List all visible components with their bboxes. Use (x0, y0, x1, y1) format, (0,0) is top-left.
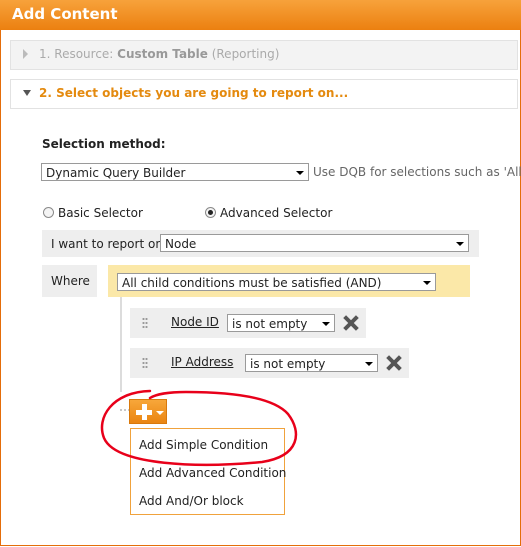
collapse-arrow-icon (23, 90, 31, 96)
menu-item-add-simple-condition[interactable]: Add Simple Condition (139, 438, 268, 452)
remove-condition-icon[interactable] (385, 354, 403, 372)
condition-operator-select[interactable]: is not empty (227, 314, 335, 332)
condition-field-link[interactable]: Node ID (171, 315, 219, 329)
chevron-down-icon (322, 322, 330, 326)
step-resource-suffix: (Reporting) (207, 47, 280, 61)
step-resource-name: Custom Table (117, 47, 208, 61)
add-condition-button[interactable] (129, 399, 167, 424)
condition-row: IP Address is not empty (130, 348, 409, 378)
menu-item-add-and-or-block[interactable]: Add And/Or block (139, 494, 244, 508)
condition-operator-value: is not empty (250, 357, 326, 371)
where-label: Where (51, 274, 90, 288)
step-resource[interactable]: 1. Resource: Custom Table (Reporting) (10, 40, 518, 70)
selection-method-label: Selection method: (42, 137, 166, 151)
report-on-value: Node (165, 237, 197, 251)
report-on-select[interactable]: Node (160, 234, 469, 252)
step-resource-prefix: 1. Resource: (39, 47, 118, 61)
expand-arrow-icon (23, 49, 28, 59)
selection-method-hint: Use DQB for selections such as 'All (313, 165, 521, 179)
report-on-row: I want to report on Node (42, 230, 479, 257)
condition-field-link[interactable]: IP Address (171, 355, 233, 369)
remove-condition-icon[interactable] (342, 314, 360, 332)
basic-selector-label[interactable]: Basic Selector (58, 206, 143, 220)
advanced-selector-radio[interactable] (205, 207, 216, 218)
basic-selector-radio[interactable] (43, 207, 54, 218)
condition-operator-select[interactable]: is not empty (245, 354, 378, 372)
dialog-title: Add Content (12, 5, 118, 23)
condition-operator-value: is not empty (232, 317, 308, 331)
selection-method-select[interactable]: Dynamic Query Builder (41, 163, 309, 181)
chevron-down-icon (296, 171, 304, 175)
menu-item-add-advanced-condition[interactable]: Add Advanced Condition (139, 466, 286, 480)
where-box: Where (42, 265, 97, 297)
title-bar: Add Content (0, 0, 521, 30)
condition-row: Node ID is not empty (130, 308, 366, 338)
tree-connector (120, 297, 122, 392)
selection-method-value: Dynamic Query Builder (46, 166, 186, 180)
chevron-down-icon (456, 242, 464, 246)
step-select-objects-label: 2. Select objects you are going to repor… (39, 86, 349, 100)
step-select-objects[interactable]: 2. Select objects you are going to repor… (10, 79, 518, 109)
report-on-label: I want to report on (51, 237, 163, 251)
caret-down-icon (156, 411, 164, 415)
advanced-selector-label[interactable]: Advanced Selector (220, 206, 332, 220)
drag-handle-icon[interactable] (142, 317, 148, 329)
logic-group-row: All child conditions must be satisfied (… (108, 265, 470, 297)
plus-icon-vertical (142, 404, 147, 420)
chevron-down-icon (423, 281, 431, 285)
add-condition-menu: Add Simple Condition Add Advanced Condit… (130, 428, 286, 515)
chevron-down-icon (365, 362, 373, 366)
drag-handle-icon[interactable] (142, 357, 148, 369)
logic-select[interactable]: All child conditions must be satisfied (… (117, 273, 436, 291)
logic-value: All child conditions must be satisfied (… (122, 276, 382, 290)
step-resource-label: 1. Resource: Custom Table (Reporting) (39, 47, 279, 61)
